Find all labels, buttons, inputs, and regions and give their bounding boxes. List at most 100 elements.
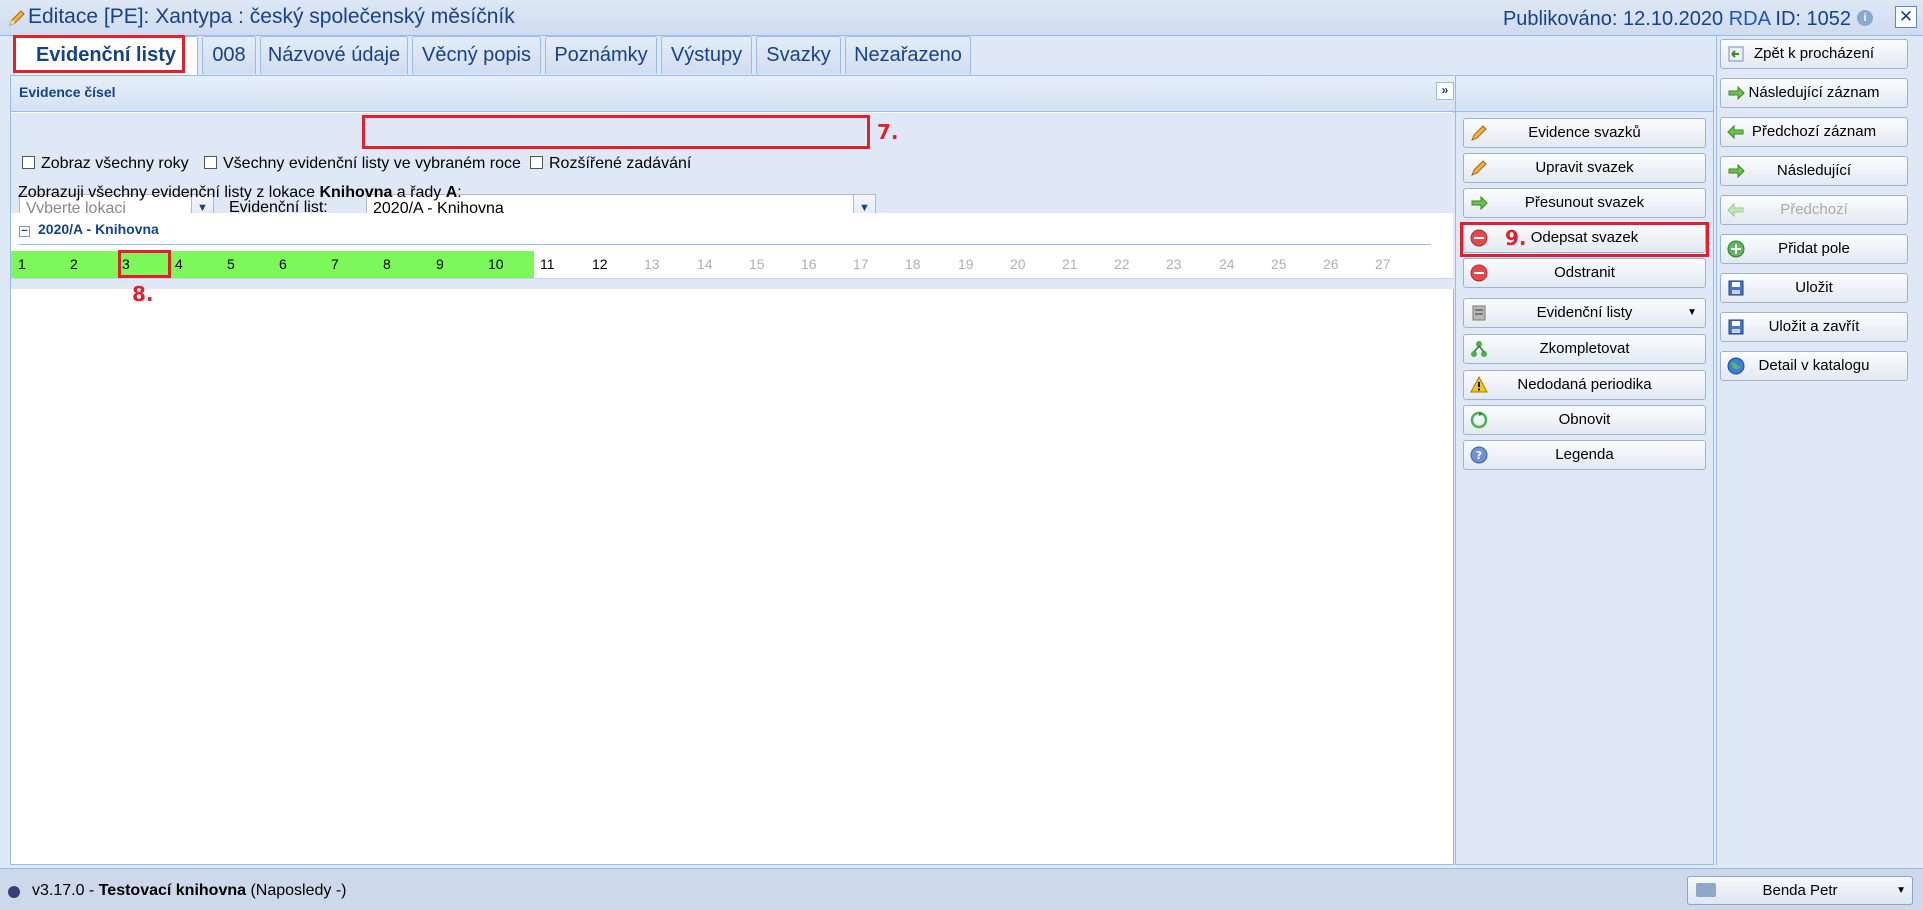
- arrow-right-icon: [1471, 195, 1488, 211]
- check-all-years[interactable]: Zobraz všechny roky: [22, 155, 189, 173]
- info-suffix: :: [457, 184, 462, 201]
- highlight-tab: [13, 35, 185, 73]
- tree-node-label: 2020/A - Knihovna: [38, 221, 159, 237]
- back-list-icon: [1728, 46, 1744, 62]
- issue-cell[interactable]: 22: [1107, 251, 1159, 278]
- pridat-pole-button[interactable]: Přidat pole: [1720, 234, 1908, 264]
- obnovit-button[interactable]: Obnovit: [1463, 405, 1706, 435]
- checkbox-icon[interactable]: [530, 156, 543, 169]
- check-all-lists[interactable]: Všechny evidenční listy ve vybraném roce: [204, 155, 521, 173]
- issue-cell[interactable]: 16: [794, 251, 846, 278]
- predchozi-zaznam-button[interactable]: Předchozí záznam: [1720, 117, 1908, 147]
- tree-node[interactable]: −2020/A - Knihovna: [19, 221, 159, 237]
- issue-cell[interactable]: 15: [742, 251, 794, 278]
- legenda-button[interactable]: ? Legenda: [1463, 440, 1706, 470]
- issue-cell[interactable]: 14: [690, 251, 742, 278]
- issue-cell[interactable]: 26: [1316, 251, 1368, 278]
- expand-icon[interactable]: »: [1436, 82, 1454, 100]
- checkbox-icon[interactable]: [204, 156, 217, 169]
- check-extended[interactable]: Rozšířené zadávání: [530, 155, 691, 173]
- issue-cell[interactable]: 11: [533, 251, 585, 278]
- window-title: Editace [PE]: Xantypa : český společensk…: [28, 5, 515, 28]
- minus-circle-icon: [1470, 264, 1488, 282]
- document-icon: [1472, 305, 1486, 321]
- zkompletovat-label: Zkompletovat: [1539, 340, 1630, 357]
- issue-cell[interactable]: 17: [846, 251, 898, 278]
- presunout-svazek-button[interactable]: Přesunout svazek: [1463, 188, 1706, 218]
- issue-cell[interactable]: 25: [1264, 251, 1316, 278]
- evidence-svazku-button[interactable]: Evidence svazků: [1463, 118, 1706, 148]
- window-titlebar: Editace [PE]: Xantypa : český společensk…: [0, 0, 1923, 36]
- issue-cell[interactable]: 7: [324, 251, 377, 278]
- tab-vystupy[interactable]: Výstupy: [661, 36, 752, 74]
- nedodana-periodika-button[interactable]: Nedodaná periodika: [1463, 370, 1706, 400]
- arrow-right-icon: [1728, 85, 1745, 101]
- detail-v-katalogu-button[interactable]: Detail v katalogu: [1720, 351, 1908, 381]
- zkompletovat-button[interactable]: Zkompletovat: [1463, 334, 1706, 364]
- issue-cell[interactable]: 20: [1003, 251, 1055, 278]
- predchozi-label: Předchozí: [1780, 201, 1848, 218]
- evidence-svazku-label: Evidence svazků: [1528, 124, 1641, 141]
- issue-cell[interactable]: 13: [637, 251, 689, 278]
- save-icon: [1728, 319, 1744, 335]
- svg-text:?: ?: [1476, 449, 1482, 462]
- highlight-odepsat: [1460, 222, 1709, 257]
- info-line: Zobrazuji všechny evidenční listy z loka…: [18, 184, 462, 202]
- annotation-9: 9.: [1505, 226, 1527, 250]
- issue-row: 1 2 3 4 5 6 7 8 9 10 11 12 13 14 15 16 17 18 19 20 21 22 23 24 2…: [11, 251, 1453, 279]
- upravit-svazek-button[interactable]: Upravit svazek: [1463, 153, 1706, 183]
- tab-nezarazeno[interactable]: Nezařazeno: [845, 36, 971, 74]
- checkbox-icon[interactable]: [22, 156, 35, 169]
- issue-cell[interactable]: 8: [376, 251, 429, 278]
- issue-cell[interactable]: 1: [11, 251, 64, 278]
- info-prefix: Zobrazuji všechny evidenční listy z loka…: [18, 184, 320, 201]
- dropdown-arrow-icon: ▼: [1687, 307, 1697, 318]
- issue-cell[interactable]: 27: [1368, 251, 1420, 278]
- issue-cell[interactable]: 2: [63, 251, 116, 278]
- issue-cell[interactable]: 21: [1055, 251, 1107, 278]
- nasledujici-zaznam-label: Následující záznam: [1748, 84, 1880, 101]
- ulozit-a-zavrit-button[interactable]: Uložit a zavřít: [1720, 312, 1908, 342]
- collapse-icon[interactable]: −: [19, 226, 30, 237]
- detail-label: Detail v katalogu: [1758, 357, 1870, 374]
- arrow-left-icon: [1727, 202, 1744, 218]
- dropdown-arrow-icon: ▼: [1896, 885, 1906, 896]
- tab-poznamky[interactable]: Poznámky: [545, 36, 657, 74]
- nasledujici-button[interactable]: Následující: [1720, 156, 1908, 186]
- issue-cell[interactable]: 24: [1212, 251, 1264, 278]
- odstranit-label: Odstranit: [1554, 264, 1615, 281]
- save-icon: [1728, 280, 1744, 296]
- tab-vecny-popis[interactable]: Věcný popis: [412, 36, 541, 74]
- issue-cell[interactable]: 12: [585, 251, 637, 278]
- annotation-8: 8.: [132, 282, 154, 306]
- nasledujici-zaznam-button[interactable]: Následující záznam: [1720, 78, 1908, 108]
- issue-cell[interactable]: 5: [220, 251, 273, 278]
- predchozi-button[interactable]: Předchozí: [1720, 195, 1908, 225]
- close-window-button[interactable]: ✕: [1895, 6, 1917, 28]
- highlight-issue: [118, 250, 171, 278]
- status-icon: [8, 886, 20, 898]
- tab-svazky[interactable]: Svazky: [756, 36, 841, 74]
- pencil-icon: [9, 10, 25, 26]
- odstranit-button[interactable]: Odstranit: [1463, 258, 1706, 288]
- tab-nazvove-udaje[interactable]: Názvové údaje: [260, 36, 408, 74]
- ulozit-label: Uložit: [1795, 279, 1833, 296]
- ulozit-button[interactable]: Uložit: [1720, 273, 1908, 303]
- issue-cell[interactable]: 4: [168, 251, 221, 278]
- issue-cell[interactable]: 18: [898, 251, 950, 278]
- zpet-k-prochazeni-button[interactable]: Zpět k procházení: [1720, 39, 1908, 69]
- issue-cell[interactable]: 23: [1159, 251, 1211, 278]
- issue-cell[interactable]: 19: [951, 251, 1003, 278]
- plus-circle-icon: [1727, 240, 1745, 258]
- nedodana-periodika-label: Nedodaná periodika: [1517, 376, 1652, 393]
- issue-cell[interactable]: 6: [272, 251, 325, 278]
- tab-008[interactable]: 008: [202, 36, 256, 74]
- library-name: Testovací knihovna: [98, 882, 247, 899]
- info-icon[interactable]: i: [1857, 10, 1873, 26]
- issue-cell[interactable]: 9: [429, 251, 482, 278]
- evidencni-listy-menu-button[interactable]: Evidenční listy ▼: [1463, 298, 1706, 328]
- arrow-left-icon: [1727, 124, 1744, 140]
- issue-cell[interactable]: 10: [481, 251, 534, 278]
- evidencni-listy-label: Evidenční listy: [1536, 304, 1633, 321]
- user-menu-button[interactable]: Benda Petr ▼: [1687, 876, 1913, 905]
